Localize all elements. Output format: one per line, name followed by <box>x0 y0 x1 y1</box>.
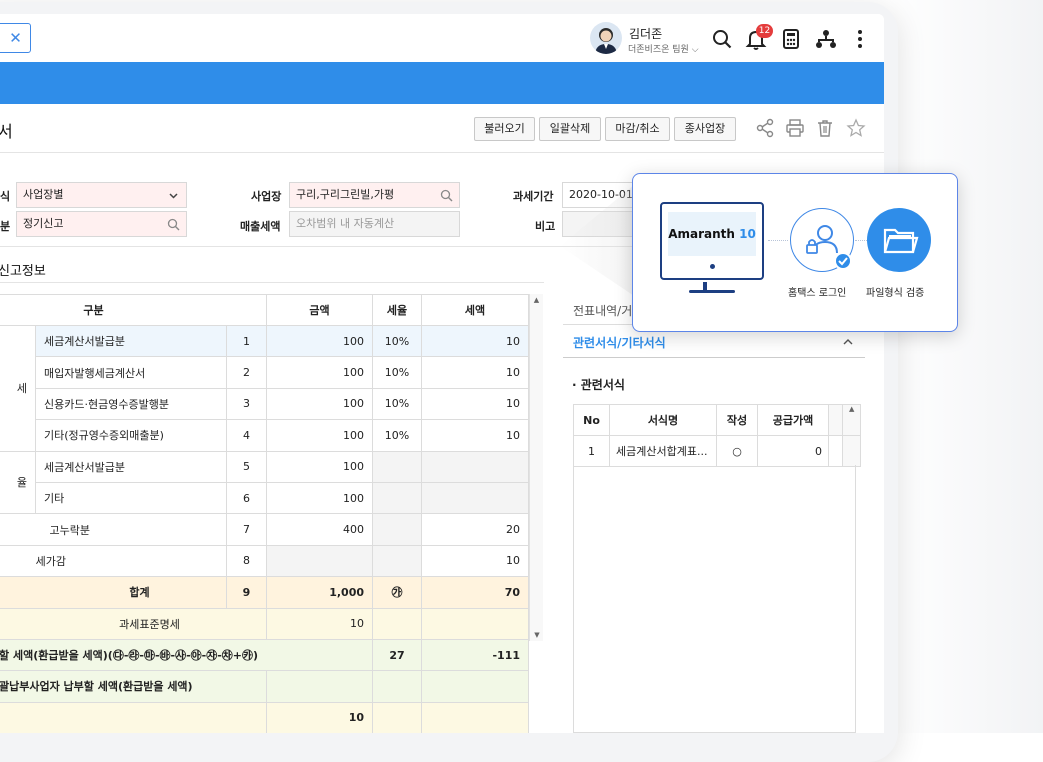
menu-bar <box>0 62 884 104</box>
amaranth-popup: Amaranth 10 홈택스 로그인 파일형식 검증 <box>632 173 958 332</box>
related-forms-table: No 서식명 작성 공급가액 ▲ 1 세금계산서합계표... ○ 0 <box>573 404 862 467</box>
search-icon[interactable] <box>167 218 180 231</box>
star-icon[interactable] <box>846 118 866 138</box>
note-label: 비고 <box>535 220 556 233</box>
app-screen: ✕ 김더존 더존비즈온 팀원 ⌵ 12 서 불러오기 일괄삭제 마감/취소 종사… <box>0 14 884 733</box>
related-forms-subheading: · 관련서식 <box>572 378 625 392</box>
sales-tax-label: 매출세액 <box>240 220 281 233</box>
report-type-input[interactable]: 정기신고 <box>16 211 187 237</box>
search-icon[interactable] <box>440 189 453 202</box>
report-label: 분 <box>0 220 11 233</box>
col-header-category: 구분 <box>0 294 267 326</box>
tab-voucher-history[interactable]: 전표내역/거 <box>573 302 632 319</box>
avatar[interactable] <box>590 22 622 54</box>
chevron-down-icon <box>169 193 178 199</box>
table-row[interactable]: 1 세금계산서합계표... ○ 0 <box>573 435 862 467</box>
table-row[interactable]: 세 세금계산서발급분 1 100 10% 10 <box>0 324 529 452</box>
org-chart-icon[interactable] <box>815 28 837 50</box>
close-tab-button[interactable]: ✕ <box>0 23 31 53</box>
table-row: 10 <box>0 701 529 733</box>
print-icon[interactable] <box>785 118 805 138</box>
more-vertical-icon[interactable] <box>849 28 871 50</box>
table-row: 할 세액(환급받을 세액)(㉰-㉱-㉲-㉳-㉴-㉵-㉶-㉷+㉸) 27 -111 <box>0 638 529 672</box>
workplace-label: 사업장 <box>251 190 282 203</box>
close-cancel-button[interactable]: 마감/취소 <box>605 117 670 141</box>
sales-tax-input[interactable]: 오차범위 내 자동계산 <box>289 211 460 237</box>
step-file-validation-label: 파일형식 검증 <box>866 288 925 299</box>
folder-check-icon[interactable] <box>867 208 931 272</box>
table-row[interactable]: 기타 6 100 <box>0 481 529 515</box>
top-header: ✕ 김더존 더존비즈온 팀원 ⌵ 12 <box>0 14 884 62</box>
notification-badge: 12 <box>756 24 773 38</box>
trash-icon[interactable] <box>815 118 835 138</box>
col-header-amount: 금액 <box>266 294 373 326</box>
monitor-icon: Amaranth 10 <box>660 202 764 280</box>
share-icon[interactable] <box>755 118 775 138</box>
col-header-tax: 세액 <box>421 294 529 326</box>
table-row[interactable]: 기타(정규영수증외매출분) 4 100 10% 10 <box>0 419 529 452</box>
sub-workplace-button[interactable]: 종사업장 <box>674 117 736 141</box>
table-row[interactable]: 신용카드·현금영수증발행분 3 100 10% 10 <box>0 387 529 421</box>
col-header-rate: 세율 <box>372 294 422 326</box>
table-row: 괄납부사업자 납부할 세액(환급받을 세액) <box>0 670 529 703</box>
group-cell: 세 <box>0 325 36 452</box>
table-row[interactable]: 세가감 8 10 <box>0 544 529 578</box>
table-row[interactable]: 율 세금계산서발급분 5 100 <box>0 450 529 515</box>
calculator-icon[interactable] <box>780 28 802 50</box>
period-label: 과세기간 <box>513 190 554 203</box>
related-forms-heading[interactable]: 관련서식/기타서식 <box>573 334 666 351</box>
chevron-down-icon: ⌵ <box>691 45 699 55</box>
hometax-login-icon[interactable] <box>790 208 854 272</box>
chevron-up-icon[interactable] <box>842 336 854 348</box>
table-row: 과세표준명세 10 <box>0 607 529 640</box>
table-scrollbar[interactable]: ▲ ▼ <box>529 294 543 641</box>
close-icon: ✕ <box>9 29 22 47</box>
user-name: 김더존 <box>629 27 663 41</box>
report-table: 구분 금액 세율 세액 세 세금계산서발급분 1 100 10% 10 매입자발행세금… <box>0 294 529 733</box>
load-button[interactable]: 불러오기 <box>474 117 535 141</box>
search-icon[interactable] <box>711 28 733 50</box>
table-row[interactable]: 매입자발행세금계산서 2 100 10% 10 <box>0 356 529 389</box>
page-title: 서 <box>0 122 13 141</box>
total-row: 합계 9 1,000 ㉮ 70 <box>0 576 529 609</box>
table-row[interactable]: 고누락분 7 400 20 <box>0 513 529 546</box>
bulk-delete-button[interactable]: 일괄삭제 <box>539 117 601 141</box>
section-title: 신고정보 <box>0 264 46 279</box>
type-select[interactable]: 사업장별 <box>16 182 187 208</box>
step-hometax-login-label: 홈택스 로그인 <box>788 288 847 299</box>
brand-logo: Amaranth 10 <box>668 212 756 256</box>
user-org[interactable]: 더존비즈온 팀원 ⌵ <box>628 42 699 55</box>
group-cell: 율 <box>0 450 36 515</box>
related-forms-body <box>573 465 856 733</box>
type-label: 식 <box>0 190 11 203</box>
workplace-input[interactable]: 구리,구리그린빌,가평 <box>289 182 460 208</box>
